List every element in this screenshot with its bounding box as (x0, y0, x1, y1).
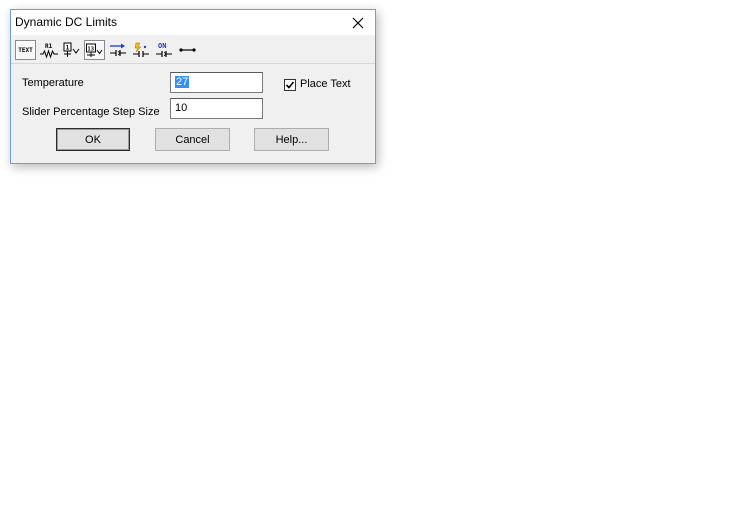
resistor-icon: R1 (39, 43, 58, 59)
text-mode-label: TEXT (18, 46, 33, 54)
dialog-title: Dynamic DC Limits (15, 15, 118, 29)
toolbar-text-button[interactable]: TEXT (15, 40, 36, 60)
power-icon (132, 42, 149, 57)
resistor-label: R1 (45, 43, 53, 50)
voltage-display-label: 13 (87, 46, 94, 52)
help-button[interactable]: Help... (254, 128, 329, 151)
temperature-value: 27 (175, 76, 190, 88)
place-text-label[interactable]: Place Text (300, 78, 351, 90)
node-voltage-icon: 1 (63, 42, 79, 57)
close-button[interactable] (341, 10, 375, 35)
node-voltage-label: 1 (65, 45, 69, 52)
dynamic-dc-limits-dialog: Dynamic DC Limits TEXT R1 1 13 ON Temper… (10, 9, 376, 164)
checkmark-icon (285, 81, 295, 89)
ok-button[interactable]: OK (56, 128, 130, 151)
title-bar[interactable]: Dynamic DC Limits (11, 10, 375, 35)
place-text-checkbox[interactable] (284, 79, 296, 91)
step-size-label: Slider Percentage Step Size (22, 106, 160, 118)
close-icon (352, 17, 364, 28)
pin-connection-icon (178, 48, 196, 52)
temperature-label: Temperature (22, 77, 84, 89)
toolbar-switch-button[interactable]: ON (153, 40, 174, 60)
toolbar: TEXT R1 1 13 ON (11, 36, 375, 64)
voltage-display-icon: 13 (86, 43, 103, 57)
switch-on-icon: ON (155, 42, 172, 57)
toolbar-resistor-button[interactable]: R1 (38, 40, 59, 60)
switch-on-label: ON (158, 42, 166, 50)
current-arrow-icon (109, 43, 126, 56)
toolbar-current-button[interactable] (107, 40, 128, 60)
cancel-button[interactable]: Cancel (155, 128, 230, 151)
toolbar-pin-button[interactable] (176, 40, 197, 60)
toolbar-node-voltage-button[interactable]: 1 (61, 40, 82, 60)
step-size-input[interactable]: 10 (170, 98, 263, 119)
toolbar-voltage-display-button[interactable]: 13 (84, 40, 105, 60)
toolbar-power-button[interactable] (130, 40, 151, 60)
step-size-value: 10 (175, 102, 188, 114)
temperature-input[interactable]: 27 (170, 72, 263, 93)
